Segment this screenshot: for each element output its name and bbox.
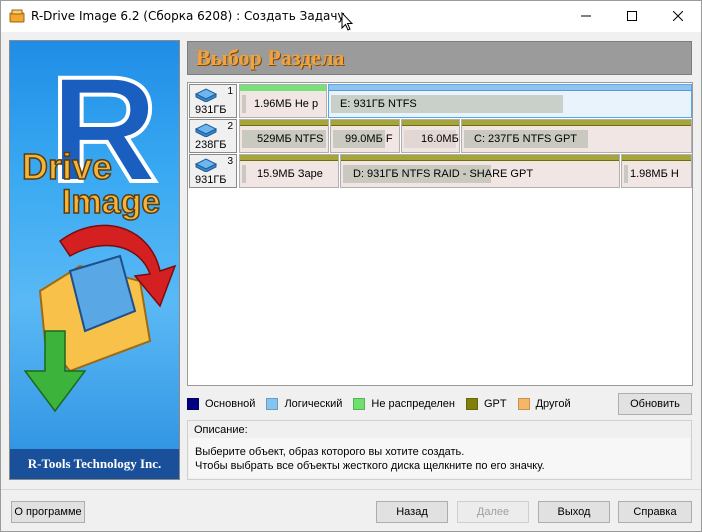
product-banner: R Drive Image R-Tools Technology Inc. (9, 40, 180, 480)
app-icon (9, 8, 25, 24)
legend-swatch (266, 398, 279, 410)
partition[interactable]: 15.9МБ Заре (239, 154, 339, 188)
banner-footer: R-Tools Technology Inc. (10, 449, 179, 479)
partition-type-bar (240, 85, 326, 91)
legend-item: Другой (517, 398, 571, 410)
disk-row: 1 931ГБ 1.96МБ Не р E: 931ГБ NTFS (189, 84, 692, 118)
hard-disk-icon (194, 123, 218, 140)
partition-usage-bar (242, 95, 246, 113)
legend-swatch (465, 398, 478, 410)
partition[interactable]: E: 931ГБ NTFS (328, 84, 692, 118)
help-button[interactable]: Справка (618, 501, 692, 523)
partition-label: D: 931ГБ NTFS RAID - SHARE GPT (353, 168, 534, 180)
legend-item: Не распределен (353, 398, 455, 410)
partition-type-bar (240, 120, 328, 126)
partition-type-bar (341, 155, 619, 161)
description-line: Чтобы выбрать все объекты жесткого диска… (195, 460, 545, 472)
partition-label: 15.9МБ Заре (257, 168, 323, 180)
disk-size: 238ГБ (195, 139, 227, 151)
legend-item: Основной (187, 398, 255, 410)
partition[interactable]: 16.0МБ (401, 119, 460, 153)
close-icon (673, 11, 683, 21)
legend-label: Не распределен (371, 398, 455, 410)
disk-1-button[interactable]: 1 931ГБ (189, 84, 237, 118)
legend-item: GPT (465, 398, 507, 410)
partition-type-bar (402, 120, 459, 126)
partition[interactable]: D: 931ГБ NTFS RAID - SHARE GPT (340, 154, 620, 188)
page-title: Выбор Раздела (196, 45, 345, 70)
legend-label: Другой (535, 398, 571, 410)
app-window: R-Drive Image 6.2 (Сборка 6208) : Создат… (0, 0, 702, 532)
partition-type-bar (462, 120, 691, 126)
back-button[interactable]: Назад (376, 501, 448, 523)
legend-item: Логический (266, 398, 342, 410)
legend-swatch (517, 398, 530, 410)
disk-row: 2 238ГБ 529МБ NTFS 99.0МБ F 16.0МБ C: 23… (189, 119, 692, 153)
hard-disk-icon (194, 158, 218, 175)
maximize-icon (627, 11, 637, 21)
close-button[interactable] (655, 1, 701, 31)
partition-type-bar (622, 155, 691, 161)
partition[interactable]: 1.96МБ Не р (239, 84, 327, 118)
partition-legend: Основной Логический Не распределен GPT Д… (187, 396, 582, 412)
partition-label: E: 931ГБ NTFS (340, 98, 417, 110)
legend-swatch (353, 398, 366, 410)
partition[interactable]: C: 237ГБ NTFS GPT (461, 119, 692, 153)
minimize-button[interactable] (563, 1, 609, 31)
partition[interactable]: 99.0МБ F (330, 119, 400, 153)
description-title: Описание: (194, 424, 248, 436)
partition[interactable]: 529МБ NTFS (239, 119, 329, 153)
legend-swatch (187, 398, 199, 410)
partition-type-bar (240, 155, 338, 161)
disk-row: 3 931ГБ 15.9МБ Заре D: 931ГБ NTFS RAID -… (189, 154, 692, 188)
page-header: Выбор Раздела (187, 41, 692, 75)
r-drive-logo: R Drive Image (21, 43, 177, 413)
partition[interactable]: 1.98МБ Н (621, 154, 692, 188)
window-title: R-Drive Image 6.2 (Сборка 6208) : Создат… (31, 9, 345, 23)
partition-label: C: 237ГБ NTFS GPT (474, 133, 578, 145)
hard-disk-icon (194, 88, 218, 105)
partition-label: 99.0МБ F (345, 133, 393, 145)
title-bar[interactable]: R-Drive Image 6.2 (Сборка 6208) : Создат… (1, 1, 701, 32)
description-body: Выберите объект, образ которого вы хотит… (189, 438, 690, 478)
legend-label: GPT (483, 398, 507, 410)
maximize-button[interactable] (609, 1, 655, 31)
disk-number: 1 (227, 86, 233, 97)
description-line: Выберите объект, образ которого вы хотит… (195, 446, 465, 458)
partition-label: 1.96МБ Не р (254, 98, 319, 110)
partition-type-bar (331, 120, 399, 126)
minimize-icon (581, 15, 591, 17)
partition-label: 529МБ NTFS (257, 133, 324, 145)
disk-3-button[interactable]: 3 931ГБ (189, 154, 237, 188)
disk-size: 931ГБ (195, 174, 227, 186)
disk-map-panel: 1 931ГБ 1.96МБ Не р E: 931ГБ NTFS 2 238Г… (187, 82, 693, 386)
exit-button[interactable]: Выход (538, 501, 610, 523)
description-panel: Описание: Выберите объект, образ которог… (187, 420, 692, 480)
logo-text-image: Image (62, 183, 160, 221)
legend-label: Логический (284, 398, 343, 410)
disk-size: 931ГБ (195, 104, 227, 116)
logo-text-drive: Drive (22, 146, 112, 187)
disk-number: 2 (227, 121, 233, 132)
partition-usage-bar (624, 165, 628, 183)
partition-label: 16.0МБ (421, 133, 459, 145)
mouse-cursor-icon (341, 11, 354, 32)
next-button[interactable]: Далее (457, 501, 529, 523)
footer-divider (1, 489, 701, 490)
disk-2-button[interactable]: 2 238ГБ (189, 119, 237, 153)
partition-type-bar (329, 85, 691, 91)
partition-usage-bar (242, 165, 246, 183)
about-button[interactable]: О программе (11, 501, 85, 523)
disk-number: 3 (227, 156, 233, 167)
refresh-button[interactable]: Обновить (618, 393, 692, 415)
legend-label: Основной (205, 398, 256, 410)
partition-label: 1.98МБ Н (630, 168, 679, 180)
